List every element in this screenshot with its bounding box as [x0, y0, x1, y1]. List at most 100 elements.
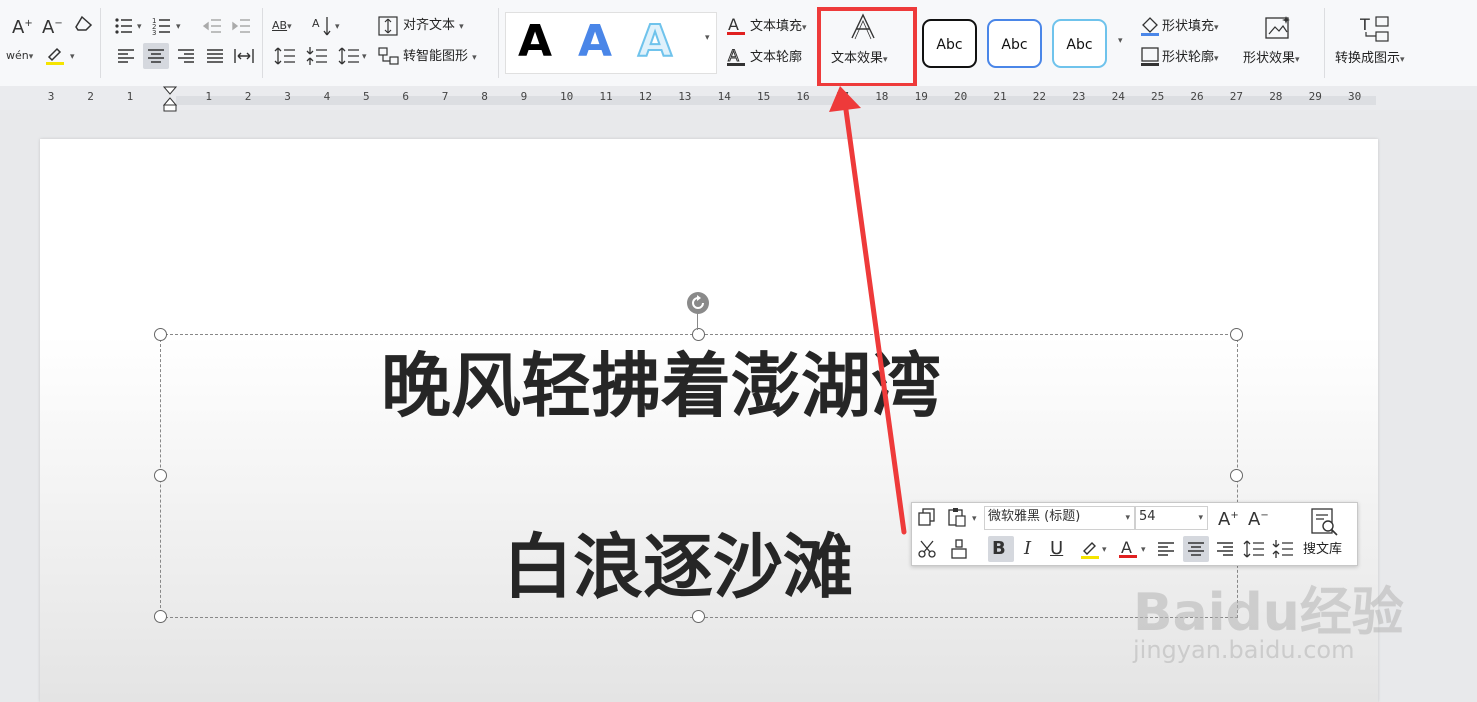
resize-handle-left[interactable]: [154, 469, 167, 482]
smart-shape-icon[interactable]: [378, 46, 400, 71]
underline-icon[interactable]: U: [1050, 539, 1063, 559]
spacing-options-icon[interactable]: [338, 46, 360, 71]
ruler-number: 16: [796, 90, 810, 103]
smart-shape-button[interactable]: 转智能图形 ▾: [403, 48, 477, 67]
clear-format-icon[interactable]: [74, 15, 94, 38]
character-spacing-icon[interactable]: AB▾: [272, 16, 292, 37]
ruler-number: 15: [757, 90, 771, 103]
text-direction-icon[interactable]: A: [312, 15, 334, 42]
shape-outline-button[interactable]: 形状轮廓▾: [1162, 49, 1219, 68]
mini-paragraph-spacing-icon[interactable]: [1272, 539, 1294, 564]
ruler-number: 18: [875, 90, 889, 103]
font-name-dropdown-icon[interactable]: ▾: [1125, 508, 1130, 528]
bullet-list-icon[interactable]: [114, 16, 134, 41]
pinyin-guide-icon[interactable]: wén▾: [6, 46, 33, 67]
text-outline-button[interactable]: 文本轮廓: [750, 49, 802, 67]
resize-handle-bottom[interactable]: [692, 610, 705, 623]
distribute-icon[interactable]: [233, 46, 255, 71]
resize-handle-top-left[interactable]: [154, 328, 167, 341]
paste-dropdown-icon[interactable]: ▾: [972, 514, 977, 524]
divider: [100, 8, 101, 78]
search-library-icon[interactable]: [1309, 507, 1339, 542]
text-fill-button[interactable]: 文本填充▾: [750, 18, 807, 37]
highlight-icon[interactable]: [44, 44, 66, 71]
font-size-dropdown-icon[interactable]: ▾: [1198, 508, 1203, 528]
font-color-icon[interactable]: A: [1118, 538, 1138, 565]
paste-icon[interactable]: [947, 507, 967, 532]
line-spacing-icon[interactable]: [274, 46, 296, 71]
document-text-line1[interactable]: 晚风轻拂着澎湖湾: [381, 346, 941, 426]
bullet-list-dropdown-icon[interactable]: ▾: [137, 22, 142, 32]
text-outline-icon[interactable]: A: [726, 46, 746, 73]
decrease-indent-icon[interactable]: [202, 16, 223, 41]
highlight-dropdown-icon[interactable]: ▾: [70, 52, 75, 62]
ruler-number: 8: [481, 90, 488, 103]
text-effects-highlight-box: [817, 7, 917, 87]
shape-outline-icon[interactable]: [1140, 46, 1160, 71]
indent-marker-icon[interactable]: [163, 86, 177, 112]
resize-handle-bottom-left[interactable]: [154, 610, 167, 623]
ruler-number: 13: [678, 90, 692, 103]
document-text-line2[interactable]: 白浪逐沙滩: [503, 527, 853, 607]
grow-font-icon[interactable]: A+: [1218, 506, 1239, 530]
resize-handle-top-right[interactable]: [1230, 328, 1243, 341]
ruler-number: 28: [1269, 90, 1283, 103]
rotate-handle-icon[interactable]: [686, 291, 710, 315]
format-painter-icon[interactable]: [949, 539, 969, 564]
svg-text:A: A: [728, 46, 739, 65]
shape-style-black[interactable]: Abc: [922, 19, 977, 68]
increase-indent-icon[interactable]: [232, 16, 252, 41]
resize-handle-top[interactable]: [692, 328, 705, 341]
mini-align-center-icon[interactable]: [1186, 539, 1206, 564]
wordart-gallery-more-icon[interactable]: ▾: [705, 33, 710, 43]
justify-icon[interactable]: [205, 46, 225, 71]
svg-text:A: A: [728, 15, 739, 34]
font-color-dropdown-icon[interactable]: ▾: [1141, 545, 1146, 555]
shape-effects-icon[interactable]: [1264, 14, 1292, 47]
convert-diagram-button[interactable]: 转换成图示▾: [1335, 50, 1405, 69]
divider: [262, 8, 263, 78]
mini-align-left-icon[interactable]: [1156, 539, 1176, 564]
text-direction-dropdown-icon[interactable]: ▾: [335, 22, 340, 32]
align-center-icon[interactable]: [146, 46, 166, 71]
convert-diagram-icon[interactable]: T: [1359, 14, 1392, 49]
shape-effects-button[interactable]: 形状效果▾: [1243, 50, 1300, 69]
shape-style-more-icon[interactable]: ▾: [1118, 36, 1123, 46]
text-highlight-dropdown-icon[interactable]: ▾: [1102, 545, 1107, 555]
font-size-field[interactable]: 54 ▾: [1135, 506, 1208, 530]
cut-icon[interactable]: [917, 539, 937, 564]
text-highlight-icon[interactable]: [1079, 538, 1101, 565]
shape-fill-button[interactable]: 形状填充▾: [1162, 18, 1219, 37]
wordart-style-outline[interactable]: A: [637, 15, 673, 69]
bold-icon[interactable]: B: [992, 539, 1006, 559]
shrink-font-icon[interactable]: A−: [1248, 506, 1269, 530]
italic-icon[interactable]: I: [1024, 539, 1031, 559]
svg-text:A: A: [1121, 538, 1132, 557]
align-right-icon[interactable]: [176, 46, 196, 71]
align-text-icon[interactable]: [378, 16, 398, 41]
shape-fill-icon[interactable]: [1140, 16, 1160, 41]
increase-font-size-icon[interactable]: A+: [12, 14, 33, 38]
ruler-number: 21: [993, 90, 1007, 103]
ruler-number: 26: [1190, 90, 1204, 103]
numbered-list-dropdown-icon[interactable]: ▾: [176, 22, 181, 32]
copy-icon[interactable]: [917, 507, 937, 532]
search-library-button[interactable]: 搜文库: [1303, 541, 1342, 559]
wordart-style-blue[interactable]: A: [578, 15, 612, 69]
ruler-number: 3: [284, 90, 291, 103]
ruler-number: 2: [87, 90, 94, 103]
paragraph-spacing-icon[interactable]: [306, 46, 328, 71]
shape-style-light-blue[interactable]: Abc: [1052, 19, 1107, 68]
shape-style-blue[interactable]: Abc: [987, 19, 1042, 68]
spacing-dropdown-icon[interactable]: ▾: [362, 52, 367, 62]
align-text-button[interactable]: 对齐文本 ▾: [403, 17, 464, 36]
wordart-style-black[interactable]: A: [518, 15, 552, 69]
align-left-icon[interactable]: [116, 46, 136, 71]
mini-line-spacing-icon[interactable]: [1243, 539, 1265, 564]
resize-handle-right[interactable]: [1230, 469, 1243, 482]
text-fill-icon[interactable]: A: [726, 15, 746, 42]
decrease-font-size-icon[interactable]: A−: [42, 14, 63, 38]
mini-align-right-icon[interactable]: [1215, 539, 1235, 564]
font-name-field[interactable]: 微软雅黑 (标题) ▾: [984, 506, 1135, 530]
numbered-list-icon[interactable]: 123: [152, 16, 172, 41]
